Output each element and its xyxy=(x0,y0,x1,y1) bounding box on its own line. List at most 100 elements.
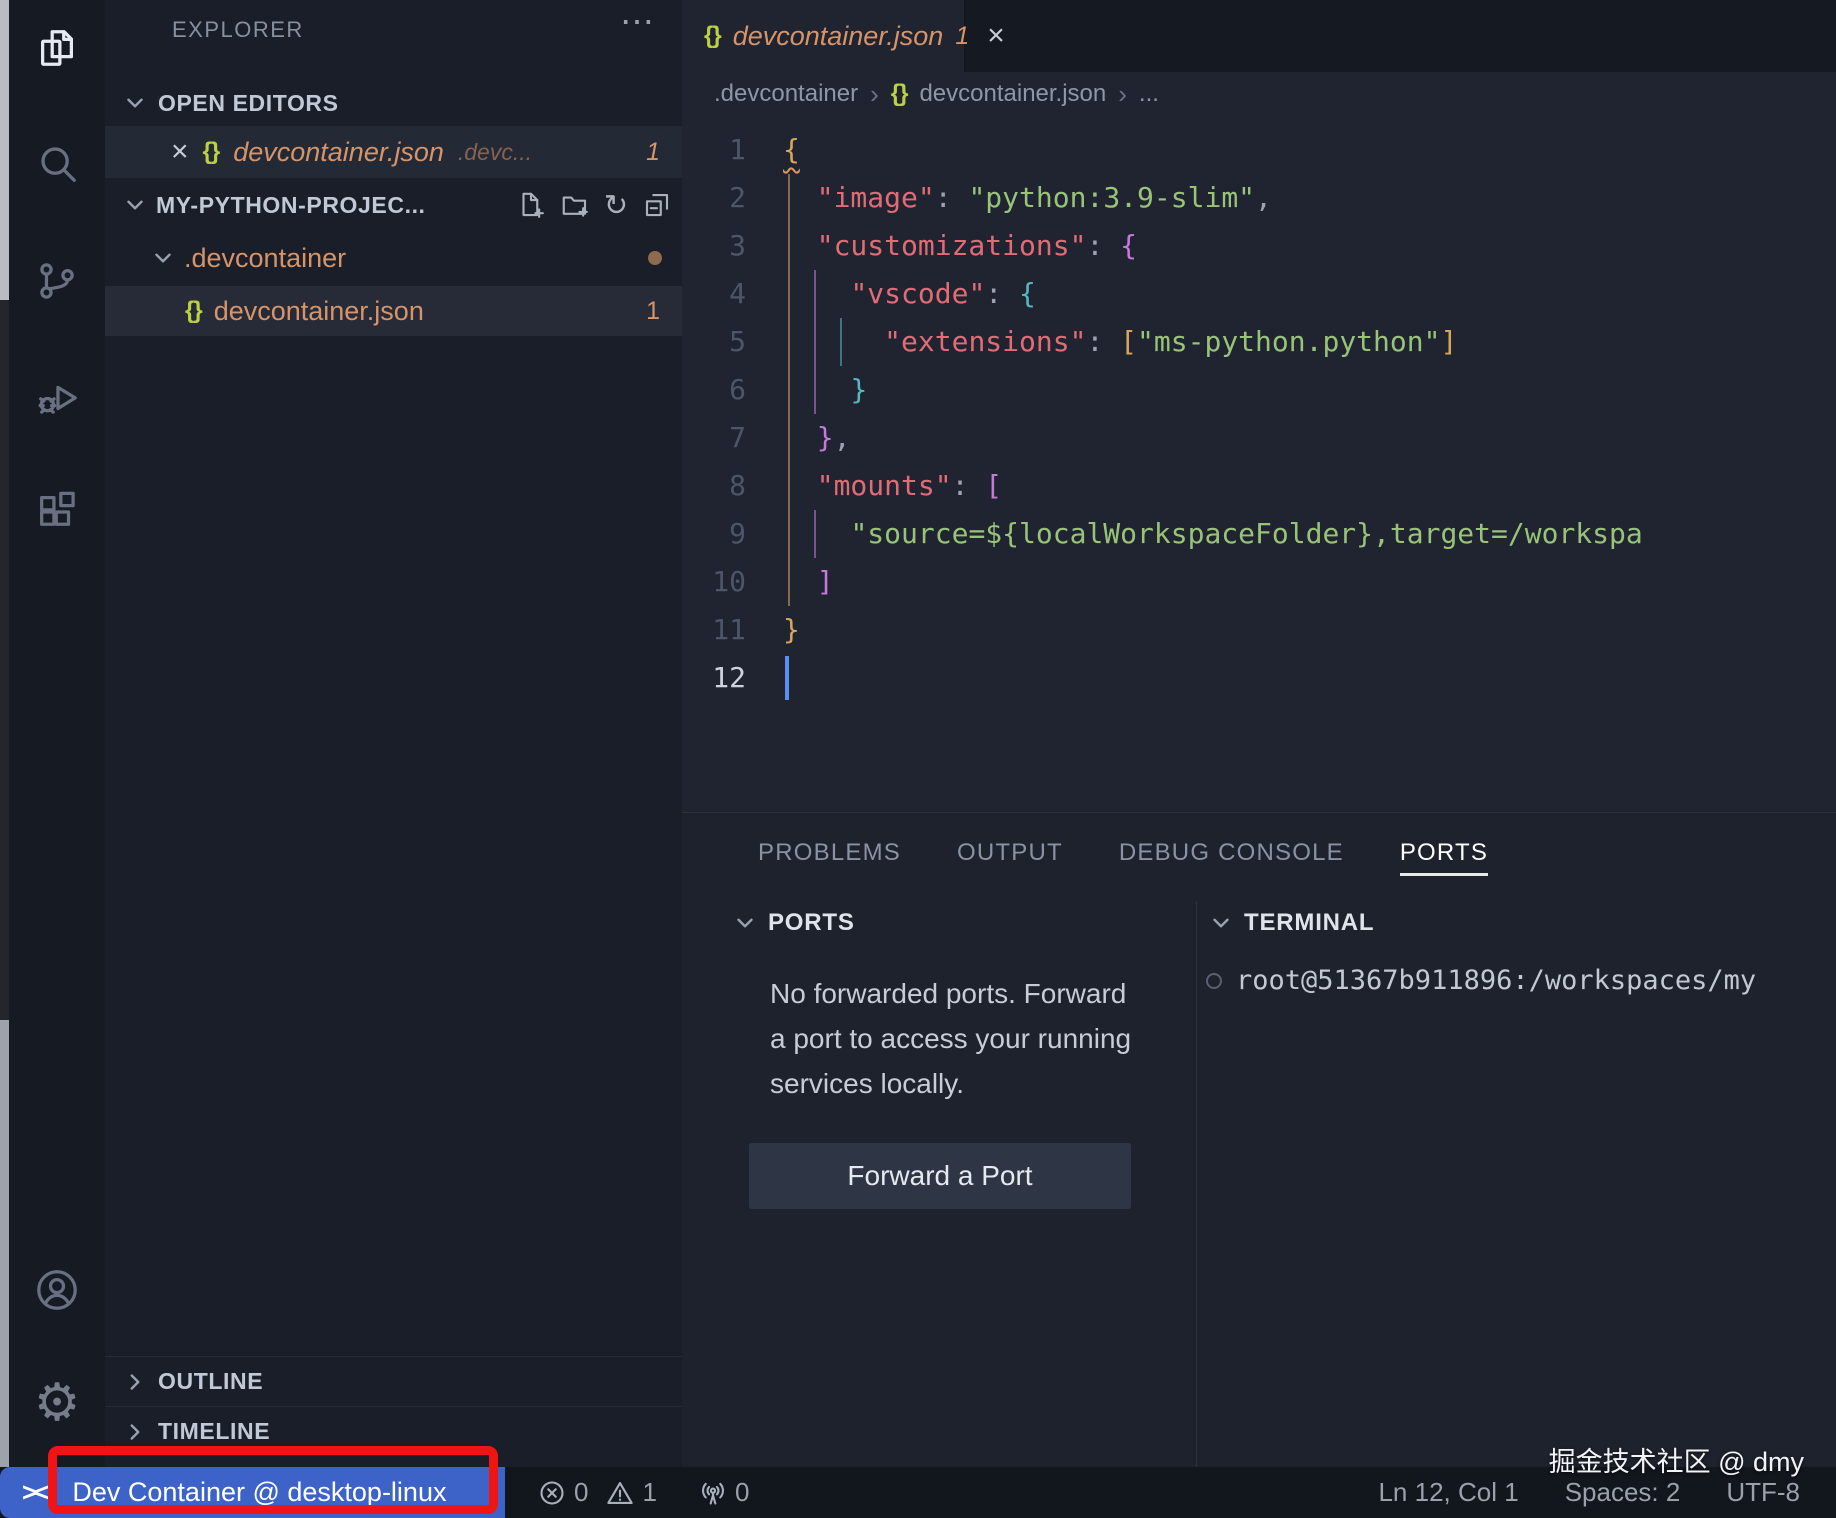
new-folder-icon[interactable] xyxy=(560,190,590,220)
chevron-down-icon xyxy=(127,200,143,210)
refresh-icon[interactable]: ↻ xyxy=(604,188,628,222)
window-edge-strip xyxy=(0,300,9,1020)
panel-tab-output[interactable]: OUTPUT xyxy=(957,839,1063,876)
code-editor[interactable]: 1{2 "image": "python:3.9-slim", 3 "custom… xyxy=(682,116,1836,812)
json-file-icon: {} xyxy=(185,297,203,324)
code-line[interactable]: 1{ xyxy=(682,126,1836,174)
ports-status[interactable]: 0 xyxy=(699,1477,749,1508)
file-name: devcontainer.json xyxy=(213,295,424,326)
remote-indicator[interactable]: >< Dev Container @ desktop-linux xyxy=(0,1467,505,1518)
panel-tab-debug-console[interactable]: DEBUG CONSOLE xyxy=(1119,839,1344,876)
line-number: 4 xyxy=(729,277,746,310)
open-editor-filename: devcontainer.json xyxy=(233,136,444,167)
tab-devcontainer-json[interactable]: {} devcontainer.json 1 × xyxy=(682,0,1005,72)
warning-icon xyxy=(607,1481,634,1504)
indent-guide xyxy=(814,270,816,414)
chevron-right-icon xyxy=(130,1373,140,1390)
code-line[interactable]: 12 xyxy=(682,654,1836,702)
editor-group: {} devcontainer.json 1 × .devcontainer ›… xyxy=(682,0,1836,812)
encoding-status[interactable]: UTF-8 xyxy=(1726,1477,1800,1508)
chevron-down-icon xyxy=(155,253,171,263)
new-file-icon[interactable] xyxy=(516,190,546,220)
breadcrumb-folder[interactable]: .devcontainer xyxy=(714,80,858,108)
extensions-icon[interactable] xyxy=(9,483,105,539)
code-line[interactable]: 2 "image": "python:3.9-slim", xyxy=(682,174,1836,222)
tab-close-icon[interactable]: × xyxy=(987,21,1005,51)
indentation-status[interactable]: Spaces: 2 xyxy=(1565,1477,1681,1508)
line-number: 7 xyxy=(729,421,746,454)
breadcrumb-separator: › xyxy=(870,78,879,109)
account-icon[interactable] xyxy=(9,1262,105,1318)
panel-tab-ports[interactable]: PORTS xyxy=(1399,839,1489,876)
code-line[interactable]: 10 ] xyxy=(682,558,1836,606)
code-line[interactable]: 8 "mounts": [ xyxy=(682,462,1836,510)
breadcrumb-separator: › xyxy=(1118,78,1127,109)
json-file-icon: {} xyxy=(704,22,722,49)
activity-bar: ⚙ xyxy=(9,0,105,1467)
problem-badge: 1 xyxy=(646,137,660,166)
forward-a-port-button[interactable]: Forward a Port xyxy=(749,1143,1131,1209)
search-icon[interactable] xyxy=(9,136,105,192)
line-content: }, xyxy=(816,421,851,454)
tab-title: devcontainer.json xyxy=(732,20,944,51)
json-file-icon: {} xyxy=(890,80,909,107)
terminal-prompt-icon xyxy=(1206,972,1222,989)
explorer-sidebar: EXPLORER ⋯ OPEN EDITORS × {} devcontaine… xyxy=(105,0,682,1467)
run-debug-icon[interactable] xyxy=(9,368,105,424)
open-editors-section-header[interactable]: OPEN EDITORS xyxy=(105,82,682,124)
line-content: ] xyxy=(816,565,834,598)
breadcrumb-symbol[interactable]: ... xyxy=(1139,80,1159,108)
explorer-toolbar: ↻ xyxy=(516,188,672,222)
line-content: } xyxy=(783,613,800,646)
problem-badge: 1 xyxy=(646,296,660,325)
terminal-header-label: TERMINAL xyxy=(1244,909,1375,936)
code-line[interactable]: 11} xyxy=(682,606,1836,654)
indent-guide xyxy=(840,318,842,366)
workspace-folder-label: MY-PYTHON-PROJEC... xyxy=(156,191,426,218)
line-content: "image": "python:3.9-slim", xyxy=(816,181,1272,214)
settings-gear-icon[interactable]: ⚙ xyxy=(9,1375,105,1431)
ports-header-label: PORTS xyxy=(768,909,855,936)
line-content: } xyxy=(850,373,868,406)
collapse-all-icon[interactable] xyxy=(642,190,672,220)
sidebar-title-label: EXPLORER xyxy=(172,17,304,42)
more-actions-icon[interactable]: ⋯ xyxy=(620,2,656,42)
cursor-position-status[interactable]: Ln 12, Col 1 xyxy=(1378,1477,1518,1508)
code-line[interactable]: 4 "vscode": { xyxy=(682,270,1836,318)
ports-empty-message: No forwarded ports. Forward a port to ac… xyxy=(770,978,1132,1099)
code-line[interactable]: 7 }, xyxy=(682,414,1836,462)
tree-item-devcontainer-json[interactable]: {} devcontainer.json 1 xyxy=(105,286,682,336)
line-number: 9 xyxy=(729,517,746,550)
tree-item-devcontainer-folder[interactable]: .devcontainer xyxy=(105,232,682,284)
line-content: "source=${localWorkspaceFolder},target=/… xyxy=(850,517,1643,550)
json-file-icon: {} xyxy=(202,138,221,165)
outline-section-header[interactable]: OUTLINE xyxy=(105,1356,682,1406)
status-bar: >< Dev Container @ desktop-linux 0 1 0 L… xyxy=(0,1467,1836,1518)
warning-count: 1 xyxy=(642,1477,657,1507)
open-editor-item[interactable]: × {} devcontainer.json .devc... 1 xyxy=(105,126,682,178)
files-icon[interactable] xyxy=(9,20,105,76)
tab-problem-badge: 1 xyxy=(955,21,970,50)
breadcrumb-file[interactable]: devcontainer.json xyxy=(919,80,1106,108)
ports-section-header[interactable]: PORTS xyxy=(732,909,855,937)
indent-guide xyxy=(788,174,790,606)
source-control-icon[interactable] xyxy=(9,253,105,309)
problems-status[interactable]: 0 1 xyxy=(538,1477,657,1508)
timeline-section-header[interactable]: TIMELINE xyxy=(105,1406,682,1456)
code-line[interactable]: 3 "customizations": { xyxy=(682,222,1836,270)
workspace-folder-header[interactable]: MY-PYTHON-PROJEC... ↻ xyxy=(105,180,682,230)
chevron-right-icon xyxy=(130,1423,140,1440)
panel-divider[interactable] xyxy=(1196,901,1197,1467)
error-count: 0 xyxy=(574,1477,589,1507)
code-line[interactable]: 9 "source=${localWorkspaceFolder},target… xyxy=(682,510,1836,558)
tab-bar: {} devcontainer.json 1 × xyxy=(682,0,1836,72)
code-line[interactable]: 5 "extensions": ["ms-python.python"] xyxy=(682,318,1836,366)
close-icon[interactable]: × xyxy=(171,137,189,167)
outline-label: OUTLINE xyxy=(158,1368,264,1394)
code-line[interactable]: 6 } xyxy=(682,366,1836,414)
line-content: "vscode": { xyxy=(850,277,1036,310)
terminal-section-header[interactable]: TERMINAL xyxy=(1208,909,1374,937)
terminal-output[interactable]: root@51367b911896:/workspaces/my xyxy=(1206,965,1836,996)
panel-tab-problems[interactable]: PROBLEMS xyxy=(758,839,901,876)
line-number: 8 xyxy=(729,469,746,502)
